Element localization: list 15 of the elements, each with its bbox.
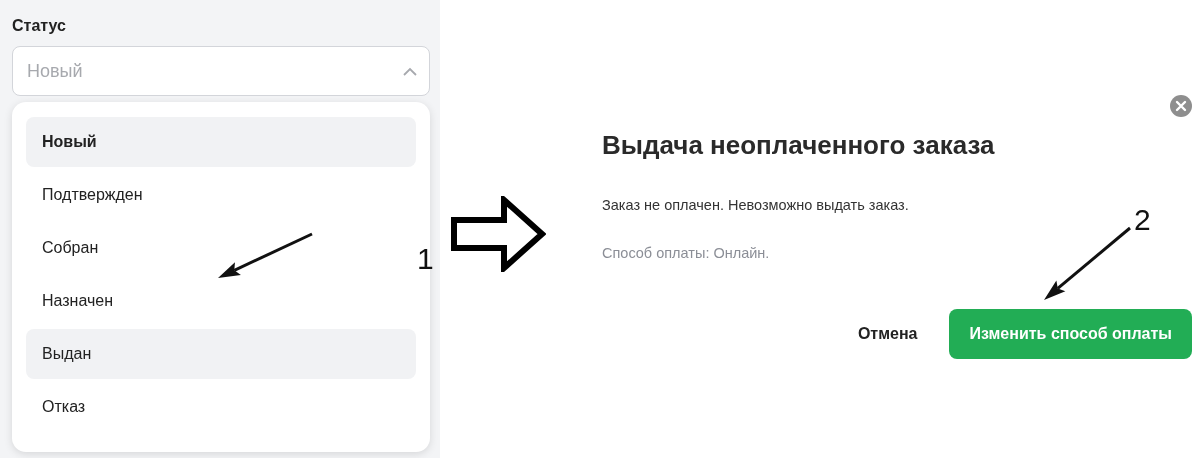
annotation-number: 1 (417, 244, 434, 274)
dropdown-option[interactable]: Собран (26, 223, 416, 273)
close-icon[interactable] (1170, 95, 1192, 117)
dialog-message: Заказ не оплачен. Невозможно выдать заказ. (602, 196, 910, 216)
payment-method-note: Способ оплаты: Онлайн. (602, 243, 771, 263)
annotation-number: 2 (1134, 205, 1151, 235)
field-label: Статус (12, 16, 66, 36)
dropdown-option[interactable]: Выдан (26, 329, 416, 379)
dropdown-option[interactable]: Отказ (26, 382, 416, 432)
dropdown-option[interactable]: Назначен (26, 276, 416, 326)
dialog-title: Выдача неоплаченного заказа (602, 130, 996, 162)
cancel-button[interactable]: Отмена (853, 313, 922, 354)
right-arrow-icon (450, 196, 546, 272)
dropdown-option[interactable]: Подтвержден (26, 170, 416, 220)
dropdown-option[interactable]: Новый (26, 117, 416, 167)
